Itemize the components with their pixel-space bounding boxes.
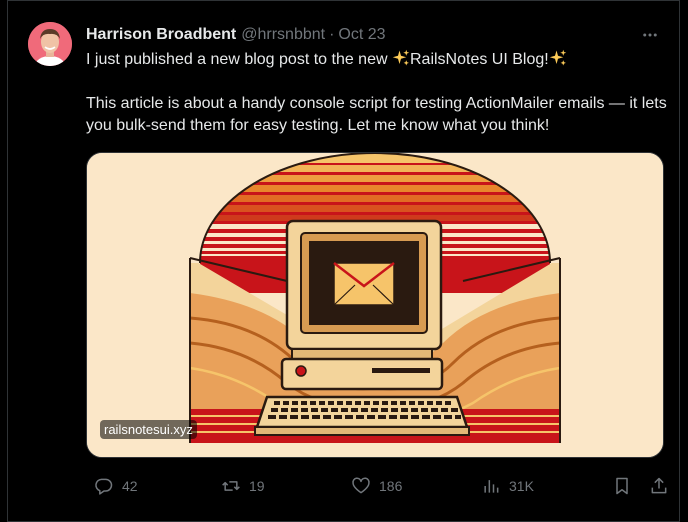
tweet-card[interactable]: Harrison Broadbent @hrrsnbbnt · Oct 23 I… [7, 0, 680, 522]
bookmark-button[interactable] [612, 472, 632, 500]
tweet-timestamp[interactable]: Oct 23 [338, 26, 385, 44]
repost-count: 19 [249, 478, 265, 494]
sparkles-icon [392, 49, 410, 66]
sparkles-icon [549, 49, 566, 66]
bookmark-icon [616, 477, 628, 495]
separator: · [329, 26, 335, 43]
heart-icon [352, 477, 370, 494]
avatar-image [28, 22, 72, 66]
divider [8, 0, 679, 1]
domain-badge[interactable]: railsnotesui.xyz [100, 420, 197, 439]
blog-link-text[interactable]: RailsNotes UI Blog! [410, 51, 549, 68]
tweet-paragraph-1: I just published a new blog post to the … [86, 49, 676, 71]
reply-icon [95, 478, 113, 495]
avatar[interactable] [28, 22, 72, 66]
more-horizontal-icon [643, 33, 657, 37]
tweet-text-intro: I just published a new blog post to the … [86, 51, 392, 68]
repost-button[interactable]: 19 [221, 472, 265, 500]
retro-computer-illustration [87, 153, 663, 457]
view-count: 31K [509, 478, 534, 494]
share-icon [651, 477, 667, 494]
media-image[interactable]: railsnotesui.xyz [86, 152, 664, 458]
reply-count: 42 [122, 478, 138, 494]
more-button[interactable] [637, 22, 663, 48]
action-bar: 42 19 186 31K [86, 472, 676, 500]
author-name[interactable]: Harrison Broadbent [86, 26, 236, 44]
author-handle[interactable]: @hrrsnbbnt [241, 26, 325, 44]
like-button[interactable]: 186 [351, 472, 402, 500]
views-icon [484, 480, 499, 493]
views-button[interactable]: 31K [481, 472, 534, 500]
like-count: 186 [379, 478, 403, 494]
share-button[interactable] [649, 472, 669, 500]
tweet-header: Harrison Broadbent @hrrsnbbnt · Oct 23 [86, 24, 386, 46]
tweet-text: I just published a new blog post to the … [86, 49, 676, 137]
repost-icon [222, 481, 240, 491]
tweet-paragraph-2: This article is about a handy console sc… [86, 95, 667, 134]
reply-button[interactable]: 42 [94, 472, 138, 500]
